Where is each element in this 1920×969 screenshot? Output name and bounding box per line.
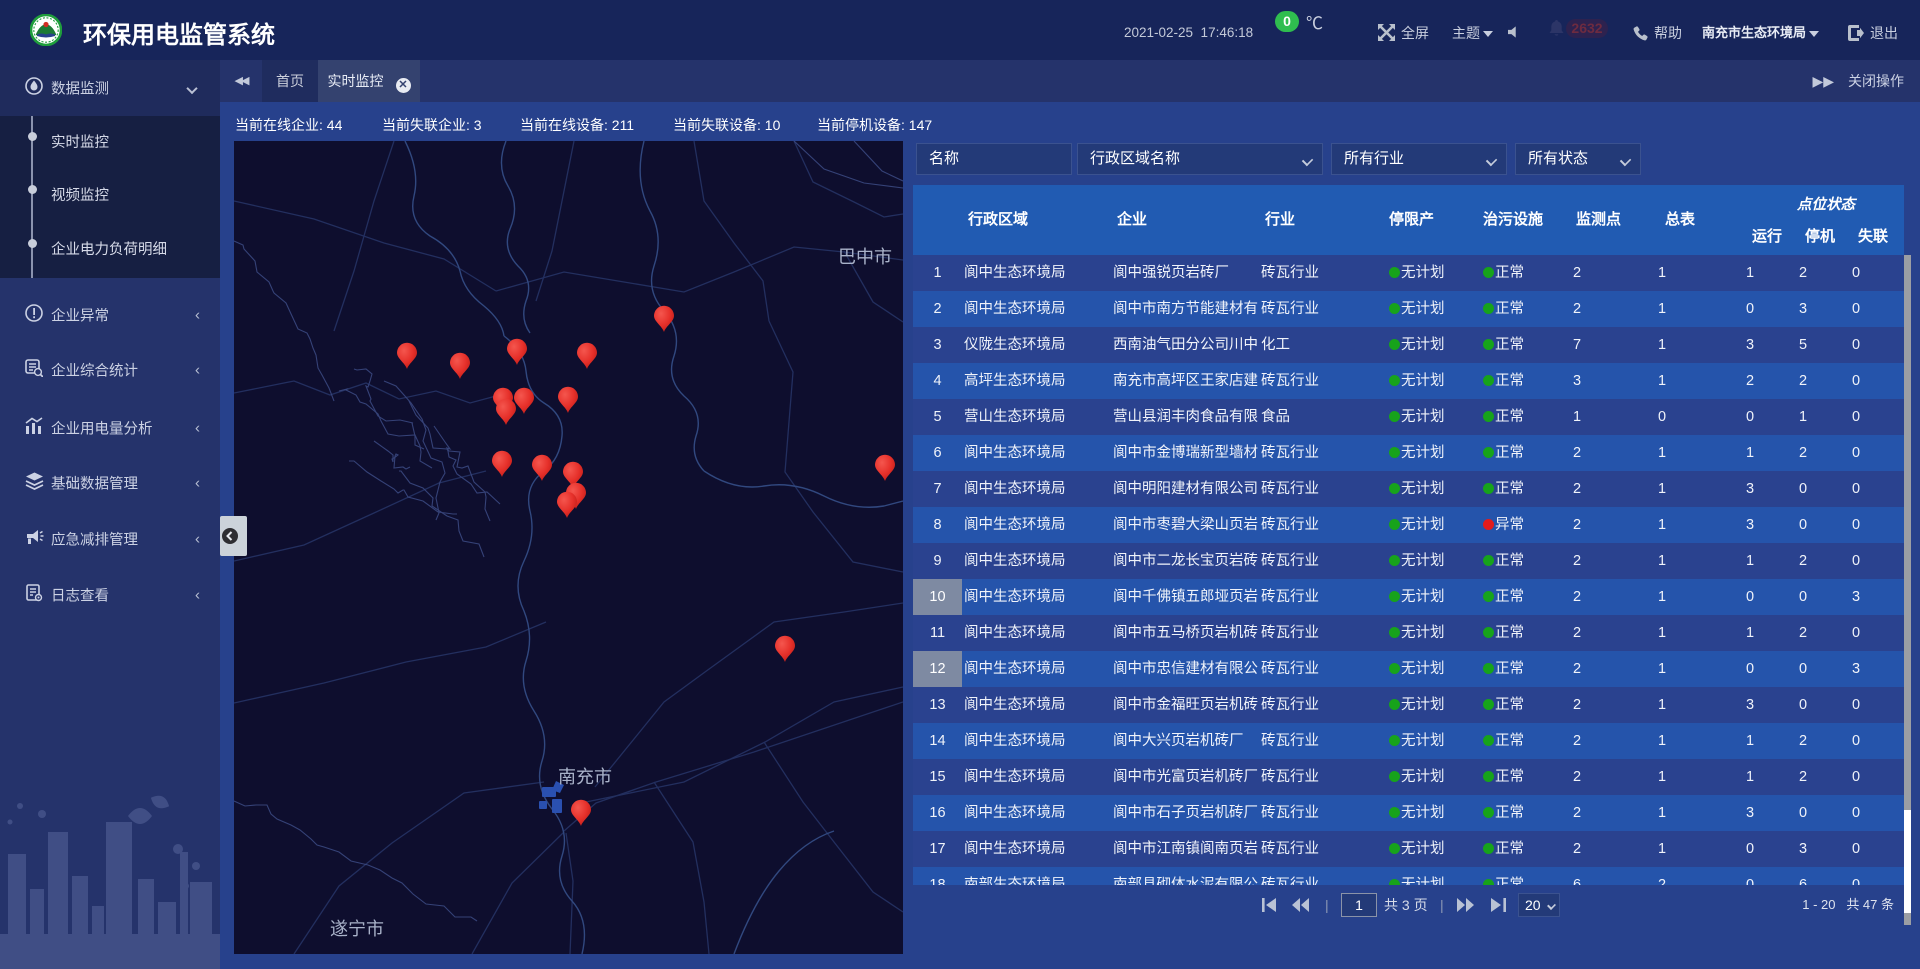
svg-text:遂宁市: 遂宁市 (330, 919, 384, 939)
svg-text:巴中市: 巴中市 (838, 247, 892, 267)
svg-text:南充市: 南充市 (558, 767, 612, 787)
